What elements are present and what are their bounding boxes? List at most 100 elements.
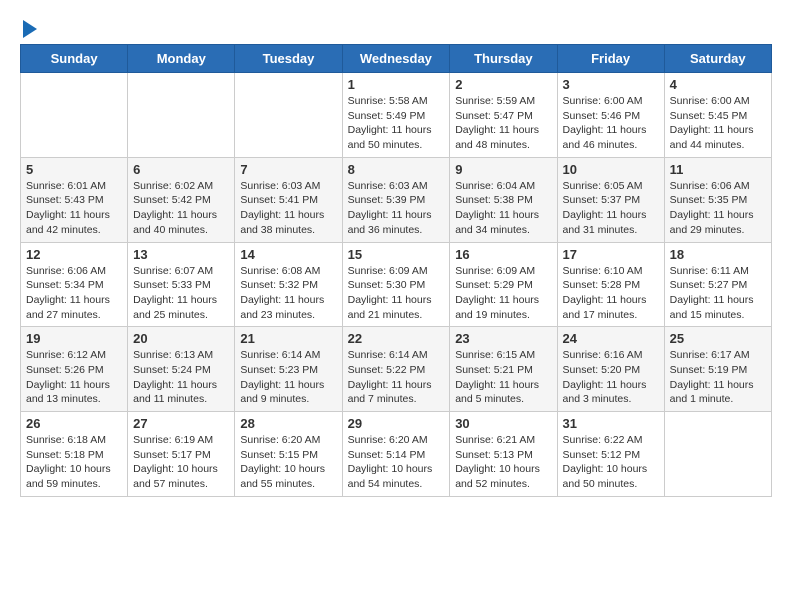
weekday-header-thursday: Thursday — [450, 45, 557, 73]
calendar-week-5: 26 Sunrise: 6:18 AM Sunset: 5:18 PM Dayli… — [21, 412, 772, 497]
calendar-cell: 14Sunrise: 6:08 AM Sunset: 5:32 PM Dayli… — [235, 242, 342, 327]
calendar-cell: 18 Sunrise: 6:11 AM Sunset: 5:27 PM Dayli… — [664, 242, 771, 327]
day-info: Sunrise: 6:11 AM Sunset: 5:27 PM Dayligh… — [670, 264, 766, 323]
day-number: 11 — [670, 162, 766, 177]
day-number: 19 — [26, 331, 122, 346]
calendar-cell — [21, 73, 128, 158]
weekday-header-row: SundayMondayTuesdayWednesdayThursdayFrid… — [21, 45, 772, 73]
weekday-header-tuesday: Tuesday — [235, 45, 342, 73]
calendar-cell: 17Sunrise: 6:10 AM Sunset: 5:28 PM Dayli… — [557, 242, 664, 327]
calendar-week-4: 19 Sunrise: 6:12 AM Sunset: 5:26 PM Dayli… — [21, 327, 772, 412]
day-info: Sunrise: 6:07 AM Sunset: 5:33 PM Dayligh… — [133, 264, 229, 323]
day-info: Sunrise: 6:12 AM Sunset: 5:26 PM Dayligh… — [26, 348, 122, 407]
day-info: Sunrise: 6:16 AM Sunset: 5:20 PM Dayligh… — [563, 348, 659, 407]
day-info: Sunrise: 6:01 AM Sunset: 5:43 PM Dayligh… — [26, 179, 122, 238]
day-info: Sunrise: 6:00 AM Sunset: 5:45 PM Dayligh… — [670, 94, 766, 153]
calendar-cell: 13 Sunrise: 6:07 AM Sunset: 5:33 PM Dayli… — [128, 242, 235, 327]
weekday-header-sunday: Sunday — [21, 45, 128, 73]
day-info: Sunrise: 6:02 AM Sunset: 5:42 PM Dayligh… — [133, 179, 229, 238]
calendar-cell: 3Sunrise: 6:00 AM Sunset: 5:46 PM Daylig… — [557, 73, 664, 158]
day-info: Sunrise: 6:14 AM Sunset: 5:22 PM Dayligh… — [348, 348, 445, 407]
day-number: 16 — [455, 247, 551, 262]
calendar-cell: 1 Sunrise: 5:58 AM Sunset: 5:49 PM Daylig… — [342, 73, 450, 158]
weekday-header-saturday: Saturday — [664, 45, 771, 73]
day-info: Sunrise: 6:03 AM Sunset: 5:39 PM Dayligh… — [348, 179, 445, 238]
day-number: 6 — [133, 162, 229, 177]
calendar-cell: 4 Sunrise: 6:00 AM Sunset: 5:45 PM Daylig… — [664, 73, 771, 158]
day-info: Sunrise: 6:17 AM Sunset: 5:19 PM Dayligh… — [670, 348, 766, 407]
page-header — [20, 20, 772, 34]
calendar-cell: 30Sunrise: 6:21 AM Sunset: 5:13 PM Dayli… — [450, 412, 557, 497]
day-number: 13 — [133, 247, 229, 262]
day-info: Sunrise: 6:18 AM Sunset: 5:18 PM Dayligh… — [26, 433, 122, 492]
day-info: Sunrise: 6:09 AM Sunset: 5:29 PM Dayligh… — [455, 264, 551, 323]
day-number: 4 — [670, 77, 766, 92]
weekday-header-friday: Friday — [557, 45, 664, 73]
day-number: 18 — [670, 247, 766, 262]
calendar-cell: 9 Sunrise: 6:04 AM Sunset: 5:38 PM Daylig… — [450, 157, 557, 242]
calendar-cell: 5 Sunrise: 6:01 AM Sunset: 5:43 PM Daylig… — [21, 157, 128, 242]
calendar-cell: 6 Sunrise: 6:02 AM Sunset: 5:42 PM Daylig… — [128, 157, 235, 242]
day-number: 20 — [133, 331, 229, 346]
day-number: 24 — [563, 331, 659, 346]
day-number: 1 — [348, 77, 445, 92]
day-info: Sunrise: 6:06 AM Sunset: 5:35 PM Dayligh… — [670, 179, 766, 238]
day-info: Sunrise: 6:15 AM Sunset: 5:21 PM Dayligh… — [455, 348, 551, 407]
day-info: Sunrise: 6:00 AM Sunset: 5:46 PM Dayligh… — [563, 94, 659, 153]
day-info: Sunrise: 6:14 AM Sunset: 5:23 PM Dayligh… — [240, 348, 336, 407]
day-info: Sunrise: 6:04 AM Sunset: 5:38 PM Dayligh… — [455, 179, 551, 238]
day-number: 8 — [348, 162, 445, 177]
day-info: Sunrise: 6:20 AM Sunset: 5:14 PM Dayligh… — [348, 433, 445, 492]
day-info: Sunrise: 5:58 AM Sunset: 5:49 PM Dayligh… — [348, 94, 445, 153]
calendar-cell: 12Sunrise: 6:06 AM Sunset: 5:34 PM Dayli… — [21, 242, 128, 327]
calendar-cell: 25Sunrise: 6:17 AM Sunset: 5:19 PM Dayli… — [664, 327, 771, 412]
calendar-cell — [664, 412, 771, 497]
calendar-cell: 2Sunrise: 5:59 AM Sunset: 5:47 PM Daylig… — [450, 73, 557, 158]
day-number: 7 — [240, 162, 336, 177]
calendar-cell: 21Sunrise: 6:14 AM Sunset: 5:23 PM Dayli… — [235, 327, 342, 412]
calendar-week-2: 5 Sunrise: 6:01 AM Sunset: 5:43 PM Daylig… — [21, 157, 772, 242]
day-number: 28 — [240, 416, 336, 431]
day-info: Sunrise: 6:06 AM Sunset: 5:34 PM Dayligh… — [26, 264, 122, 323]
day-info: Sunrise: 6:08 AM Sunset: 5:32 PM Dayligh… — [240, 264, 336, 323]
day-number: 15 — [348, 247, 445, 262]
day-number: 30 — [455, 416, 551, 431]
day-info: Sunrise: 6:13 AM Sunset: 5:24 PM Dayligh… — [133, 348, 229, 407]
calendar-cell — [128, 73, 235, 158]
day-info: Sunrise: 6:19 AM Sunset: 5:17 PM Dayligh… — [133, 433, 229, 492]
day-number: 31 — [563, 416, 659, 431]
day-number: 29 — [348, 416, 445, 431]
calendar-cell: 26 Sunrise: 6:18 AM Sunset: 5:18 PM Dayli… — [21, 412, 128, 497]
day-number: 17 — [563, 247, 659, 262]
day-info: Sunrise: 6:03 AM Sunset: 5:41 PM Dayligh… — [240, 179, 336, 238]
calendar-cell — [235, 73, 342, 158]
calendar-cell: 19 Sunrise: 6:12 AM Sunset: 5:26 PM Dayli… — [21, 327, 128, 412]
day-info: Sunrise: 6:09 AM Sunset: 5:30 PM Dayligh… — [348, 264, 445, 323]
calendar-cell: 24 Sunrise: 6:16 AM Sunset: 5:20 PM Dayli… — [557, 327, 664, 412]
day-number: 27 — [133, 416, 229, 431]
day-info: Sunrise: 6:22 AM Sunset: 5:12 PM Dayligh… — [563, 433, 659, 492]
calendar-table: SundayMondayTuesdayWednesdayThursdayFrid… — [20, 44, 772, 497]
calendar-cell: 22 Sunrise: 6:14 AM Sunset: 5:22 PM Dayli… — [342, 327, 450, 412]
calendar-cell: 29 Sunrise: 6:20 AM Sunset: 5:14 PM Dayli… — [342, 412, 450, 497]
calendar-cell: 11 Sunrise: 6:06 AM Sunset: 5:35 PM Dayli… — [664, 157, 771, 242]
day-number: 23 — [455, 331, 551, 346]
logo-arrow-icon — [23, 20, 37, 38]
calendar-cell: 7 Sunrise: 6:03 AM Sunset: 5:41 PM Daylig… — [235, 157, 342, 242]
day-number: 26 — [26, 416, 122, 431]
calendar-cell: 15 Sunrise: 6:09 AM Sunset: 5:30 PM Dayli… — [342, 242, 450, 327]
calendar-cell: 10Sunrise: 6:05 AM Sunset: 5:37 PM Dayli… — [557, 157, 664, 242]
calendar-week-3: 12Sunrise: 6:06 AM Sunset: 5:34 PM Dayli… — [21, 242, 772, 327]
calendar-cell: 8 Sunrise: 6:03 AM Sunset: 5:39 PM Daylig… — [342, 157, 450, 242]
calendar-cell: 27 Sunrise: 6:19 AM Sunset: 5:17 PM Dayli… — [128, 412, 235, 497]
day-info: Sunrise: 6:20 AM Sunset: 5:15 PM Dayligh… — [240, 433, 336, 492]
day-number: 2 — [455, 77, 551, 92]
day-number: 5 — [26, 162, 122, 177]
day-number: 9 — [455, 162, 551, 177]
day-number: 22 — [348, 331, 445, 346]
calendar-cell: 31 Sunrise: 6:22 AM Sunset: 5:12 PM Dayli… — [557, 412, 664, 497]
day-number: 10 — [563, 162, 659, 177]
calendar-cell: 20 Sunrise: 6:13 AM Sunset: 5:24 PM Dayli… — [128, 327, 235, 412]
weekday-header-monday: Monday — [128, 45, 235, 73]
calendar-cell: 23 Sunrise: 6:15 AM Sunset: 5:21 PM Dayli… — [450, 327, 557, 412]
